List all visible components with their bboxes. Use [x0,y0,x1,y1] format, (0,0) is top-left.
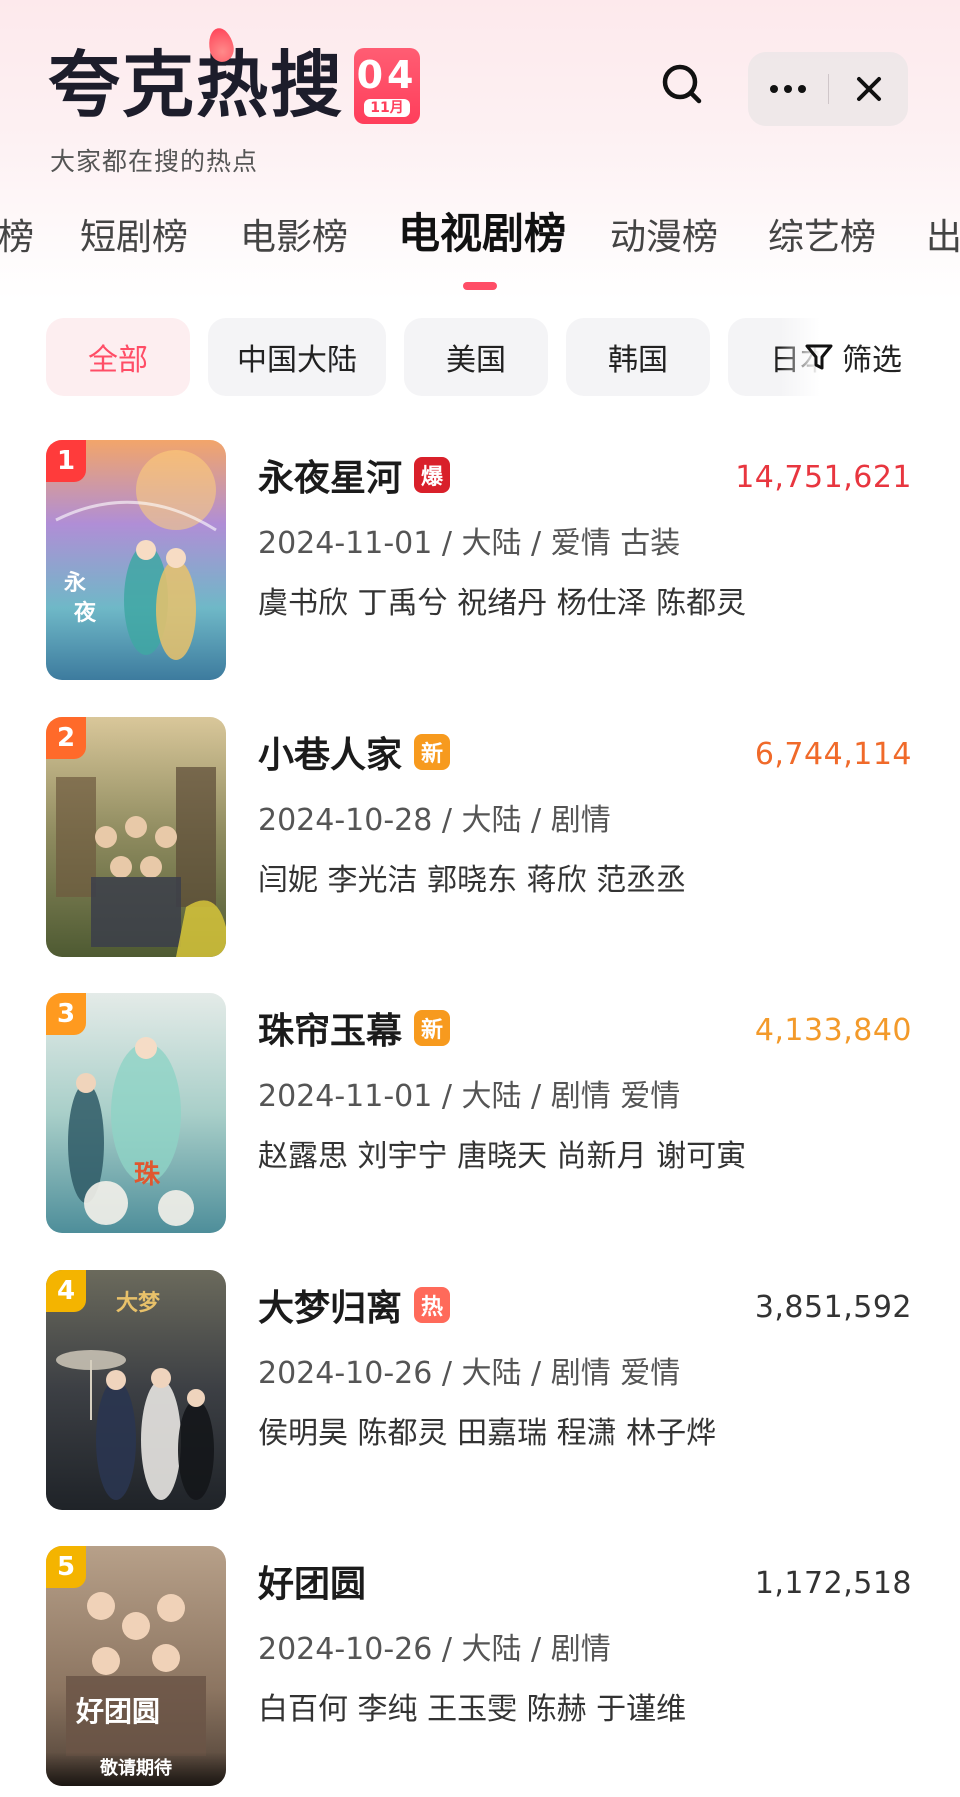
item-cast: 闫妮 李光洁 郭晓东 蒋欣 范丞丞 [258,863,687,898]
search-count: 14,751,621 [735,460,912,495]
filter-mainland-china[interactable]: 中国大陆 [208,318,386,396]
filter-button[interactable]: 筛选 [804,318,902,396]
rank-badge: 3 [46,993,86,1035]
list-item[interactable]: 好团圆 5 敬请期待 好团圆 1,172,518 2024-10-26 / 大陆… [0,1546,960,1786]
hot-tag: 热 [414,1287,451,1323]
svg-text:大梦: 大梦 [116,1290,161,1316]
new-tag: 新 [414,734,451,770]
new-tag: 新 [414,1010,451,1046]
logo: 夸克热搜 04 11月 [48,25,421,130]
list-item[interactable]: 永 夜 1 永夜星河 爆 14,751,621 2024-11-01 / 大陆 … [0,440,960,680]
tab-anime[interactable]: 动漫榜 [610,210,718,266]
tab-partial-left[interactable]: 榜 [0,210,34,266]
filter-all[interactable]: 全部 [46,318,190,396]
logo-text: 夸克热搜 [48,43,345,127]
item-title[interactable]: 好团圆 [258,1555,366,1607]
poster[interactable]: 珠 3 [46,993,226,1233]
item-cast: 白百何 李纯 王玉雯 陈赫 于谨维 [258,1692,687,1727]
item-meta: 2024-10-28 / 大陆 / 剧情 [258,803,611,838]
item-meta: 2024-11-01 / 大陆 / 爱情 古装 [258,526,681,561]
filter-button-label: 筛选 [842,343,902,378]
item-title[interactable]: 珠帘玉幕 [258,1002,402,1054]
svg-text:珠: 珠 [134,1160,161,1190]
item-meta: 2024-10-26 / 大陆 / 剧情 爱情 [258,1356,681,1391]
svg-text:夜: 夜 [73,600,97,626]
close-button[interactable] [829,52,908,126]
region-filters: 全部 中国大陆 美国 韩国 日本 筛选 [0,318,960,398]
item-meta: 2024-11-01 / 大陆 / 剧情 爱情 [258,1079,681,1114]
date-day: 04 [356,53,418,97]
more-button[interactable] [748,52,828,126]
poster[interactable]: 2 [46,717,226,957]
more-icon [770,85,806,93]
tab-partial-right[interactable]: 出 [926,210,960,266]
item-cast: 赵露思 刘宇宁 唐晓天 尚新月 谢可寅 [258,1139,747,1174]
filter-icon [805,344,833,370]
page: 夸克热搜 04 11月 大家都在搜的热点 榜 短剧榜 电影榜 电视剧榜 动漫榜 … [0,0,960,1797]
filter-korea[interactable]: 韩国 [566,318,710,396]
search-icon [662,64,702,104]
title-row: 好团圆 [258,1556,366,1606]
item-title[interactable]: 小巷人家 [258,726,402,778]
tab-movie[interactable]: 电影榜 [240,210,348,266]
category-tabs: 榜 短剧榜 电影榜 电视剧榜 动漫榜 综艺榜 出 [0,209,960,290]
item-cast: 虞书欣 丁禹兮 祝绪丹 杨仕泽 陈都灵 [258,586,747,621]
hot-tag: 爆 [414,457,451,493]
item-title[interactable]: 永夜星河 [258,449,402,501]
rank-badge: 5 [46,1546,86,1588]
title-row: 大梦归离 热 [258,1279,451,1331]
poster[interactable]: 永 夜 1 [46,440,226,680]
poster[interactable]: 大梦 4 [46,1270,226,1510]
header-subtitle: 大家都在搜的热点 [50,147,259,176]
rank-badge: 4 [46,1270,86,1312]
svg-text:好团圆: 好团圆 [75,1695,160,1728]
poster[interactable]: 好团圆 5 敬请期待 [46,1546,226,1786]
header: 夸克热搜 04 11月 大家都在搜的热点 [0,0,960,190]
filter-usa[interactable]: 美国 [404,318,548,396]
tab-tv-series[interactable]: 电视剧榜 [398,206,566,262]
mini-program-capsule [748,52,908,126]
date-badge: 04 11月 [354,48,421,124]
search-count: 4,133,840 [754,1013,912,1048]
search-count: 6,744,114 [754,737,912,772]
list-item[interactable]: 大梦 4 大梦归离 热 3,851,592 2024-10-26 / 大陆 / … [0,1270,960,1510]
tab-variety[interactable]: 综艺榜 [768,210,876,266]
list-item[interactable]: 2 小巷人家 新 6,744,114 2024-10-28 / 大陆 / 剧情 … [0,717,960,957]
search-button[interactable] [658,60,706,108]
list-item[interactable]: 珠 3 珠帘玉幕 新 4,133,840 2024-11-01 / 大陆 / 剧… [0,993,960,1233]
title-row: 小巷人家 新 [258,726,451,778]
item-title[interactable]: 大梦归离 [258,1279,402,1331]
search-count: 1,172,518 [754,1566,912,1601]
rank-badge: 2 [46,717,86,759]
item-meta: 2024-10-26 / 大陆 / 剧情 [258,1632,611,1667]
title-row: 永夜星河 爆 [258,449,451,501]
search-count: 3,851,592 [754,1290,912,1325]
item-cast: 侯明昊 陈都灵 田嘉瑞 程潇 林子烨 [258,1416,717,1451]
active-tab-indicator [463,282,497,290]
svg-text:永: 永 [64,570,86,596]
close-icon [856,77,881,101]
title-row: 珠帘玉幕 新 [258,1002,451,1054]
tab-short-drama[interactable]: 短剧榜 [80,210,188,266]
date-month: 11月 [364,99,410,117]
poster-caption: 敬请期待 [46,1752,226,1786]
rank-badge: 1 [46,440,86,482]
